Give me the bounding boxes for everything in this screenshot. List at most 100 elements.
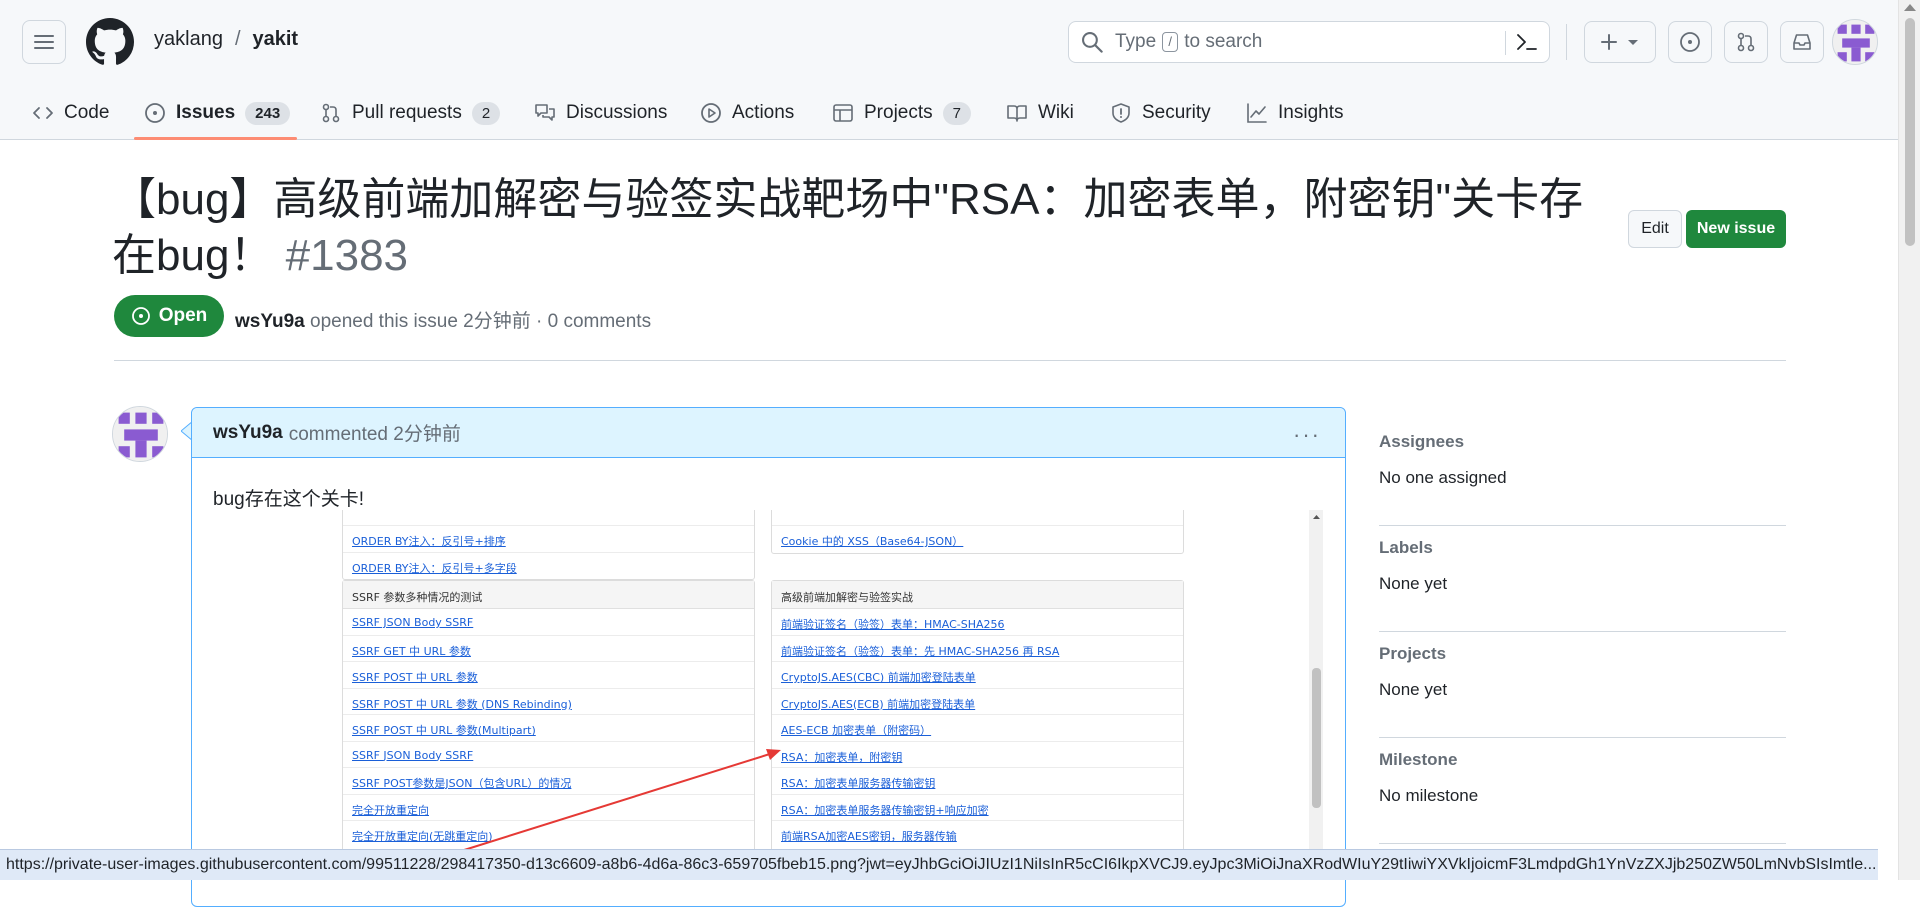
- book-icon: [1007, 105, 1027, 122]
- issue-opened-icon: [145, 103, 165, 123]
- menu-button[interactable]: [22, 20, 66, 64]
- table-icon: [833, 104, 853, 122]
- tab-insights-label: Insights: [1278, 102, 1344, 123]
- comment-discussion-icon: [535, 104, 555, 121]
- sidebar-milestone[interactable]: Milestone No milestone: [1379, 738, 1786, 844]
- sidebar-labels[interactable]: Labels None yet: [1379, 526, 1786, 632]
- page-scrollbar-thumb[interactable]: [1905, 18, 1915, 246]
- pull-requests-global-button[interactable]: [1724, 21, 1768, 63]
- screenshot-scroll-up-icon: [1313, 515, 1320, 519]
- issue-author-link[interactable]: wsYu9a: [235, 311, 305, 332]
- header-divider: [1566, 24, 1567, 60]
- tab-wiki[interactable]: Wiki: [1006, 86, 1074, 140]
- tab-pull-requests-label: Pull requests: [352, 102, 462, 123]
- repo-link[interactable]: yakit: [253, 28, 299, 51]
- sidebar-heading: Projects: [1379, 644, 1447, 663]
- search-icon: [1082, 32, 1103, 53]
- sidebar-assignees[interactable]: Assignees No one assigned: [1379, 420, 1786, 526]
- tab-actions[interactable]: Actions: [700, 86, 794, 140]
- global-bar: yaklang / yakit Type / to search: [0, 0, 1898, 84]
- search-placeholder: Type / to search: [1115, 31, 1262, 53]
- search-placeholder-post: to search: [1184, 31, 1263, 52]
- issue-meta-text: opened this issue 2分钟前 · 0 comments: [310, 311, 652, 332]
- sidebar-value: None yet: [1379, 680, 1448, 699]
- tab-security[interactable]: Security: [1110, 86, 1211, 140]
- tab-pull-requests[interactable]: Pull requests 2: [320, 86, 501, 140]
- identicon-icon: [113, 407, 167, 461]
- issues-global-button[interactable]: [1668, 21, 1712, 63]
- status-badge-label: Open: [158, 305, 208, 326]
- status-badge: Open: [114, 295, 224, 337]
- arrowhead-icon: [766, 749, 781, 760]
- owner-link[interactable]: yaklang: [154, 28, 223, 51]
- header-divider-line: [114, 360, 1786, 361]
- sidebar-value: No one assigned: [1379, 468, 1507, 487]
- comment-body: bug存在这个关卡!: [213, 489, 364, 510]
- issue-opened-icon: [131, 307, 150, 325]
- new-issue-button[interactable]: New issue: [1686, 210, 1786, 248]
- tab-issues-counter: 243: [245, 101, 291, 125]
- command-palette-icon[interactable]: [1515, 31, 1539, 53]
- issue-meta: wsYu9a opened this issue 2分钟前 · 0 commen…: [235, 306, 651, 333]
- create-new-button[interactable]: [1584, 21, 1656, 63]
- tab-issues[interactable]: Issues 243: [144, 86, 291, 140]
- tab-discussions[interactable]: Discussions: [534, 86, 667, 140]
- tab-projects[interactable]: Projects 7: [832, 86, 971, 140]
- search-input[interactable]: Type / to search: [1068, 21, 1550, 63]
- sidebar-value: None yet: [1379, 574, 1448, 593]
- triangle-down-icon: [1628, 40, 1638, 45]
- tab-actions-label: Actions: [732, 102, 795, 123]
- comment-action: commented 2分钟前: [288, 424, 461, 445]
- tab-pull-requests-counter: 2: [471, 101, 501, 125]
- avatar[interactable]: [112, 406, 168, 462]
- page-scrollbar[interactable]: [1898, 0, 1920, 880]
- play-icon: [701, 103, 721, 123]
- tab-projects-counter: 7: [942, 101, 971, 125]
- graph-icon: [1247, 103, 1267, 123]
- tab-projects-label: Projects: [864, 102, 933, 123]
- issue-opened-icon: [1680, 32, 1700, 52]
- sidebar-heading: Milestone: [1379, 750, 1458, 769]
- repo-tabs: Code Issues 243 Pull requests 2 Discussi…: [0, 86, 1898, 140]
- tab-security-label: Security: [1142, 102, 1211, 123]
- identicon-icon: [1833, 20, 1877, 64]
- sidebar-heading: Assignees: [1379, 432, 1465, 451]
- inbox-button[interactable]: [1780, 21, 1824, 63]
- tab-code[interactable]: Code: [32, 86, 109, 140]
- browser-status-bar: https://private-user-images.githubuserco…: [0, 849, 1878, 880]
- code-icon: [33, 107, 53, 119]
- github-logo-icon[interactable]: [86, 18, 134, 66]
- screenshot-scrollbar-thumb: [1312, 668, 1321, 808]
- plus-icon: [1601, 34, 1617, 50]
- sidebar-projects[interactable]: Projects None yet: [1379, 632, 1786, 738]
- sidebar-value: No milestone: [1379, 786, 1479, 805]
- search-divider: [1505, 31, 1506, 55]
- comment-header: wsYu9a commented 2分钟前 ···: [192, 408, 1345, 458]
- comment-author-link[interactable]: wsYu9a: [213, 422, 283, 444]
- edit-button[interactable]: Edit: [1628, 210, 1682, 248]
- breadcrumb-separator: /: [234, 28, 241, 50]
- issue-sidebar: Assignees No one assigned Labels None ye…: [1379, 420, 1786, 844]
- sidebar-heading: Labels: [1379, 538, 1433, 557]
- shield-icon: [1112, 103, 1130, 123]
- issue-number: #1383: [285, 231, 409, 280]
- tab-code-label: Code: [64, 102, 110, 123]
- scroll-up-icon[interactable]: [1904, 4, 1916, 11]
- hamburger-icon: [34, 35, 54, 49]
- git-pull-request-icon: [1737, 32, 1755, 52]
- git-pull-request-icon: [322, 103, 340, 123]
- tab-issues-label: Issues: [176, 102, 236, 123]
- tab-wiki-label: Wiki: [1038, 102, 1074, 123]
- user-avatar[interactable]: [1832, 19, 1878, 65]
- search-placeholder-pre: Type: [1115, 31, 1157, 52]
- comment-screenshot-image[interactable]: ORDER BY注入：反引号+排序 ORDER BY注入：反引号+多字段 Coo…: [213, 510, 1323, 870]
- comment-menu-button[interactable]: ···: [1293, 422, 1321, 448]
- annotation-arrow: [444, 749, 781, 857]
- tab-insights[interactable]: Insights: [1246, 86, 1343, 140]
- issue-title: 【bug】高级前端加解密与验签实战靶场中"RSA：加密表单，附密钥"关卡存在bu…: [112, 172, 1592, 284]
- selected-tab-indicator: [134, 137, 297, 140]
- search-shortcut-key: /: [1162, 32, 1179, 52]
- inbox-icon: [1793, 34, 1811, 50]
- repo-header: yaklang / yakit Type / to search Code Is…: [0, 0, 1898, 140]
- tab-discussions-label: Discussions: [566, 102, 668, 123]
